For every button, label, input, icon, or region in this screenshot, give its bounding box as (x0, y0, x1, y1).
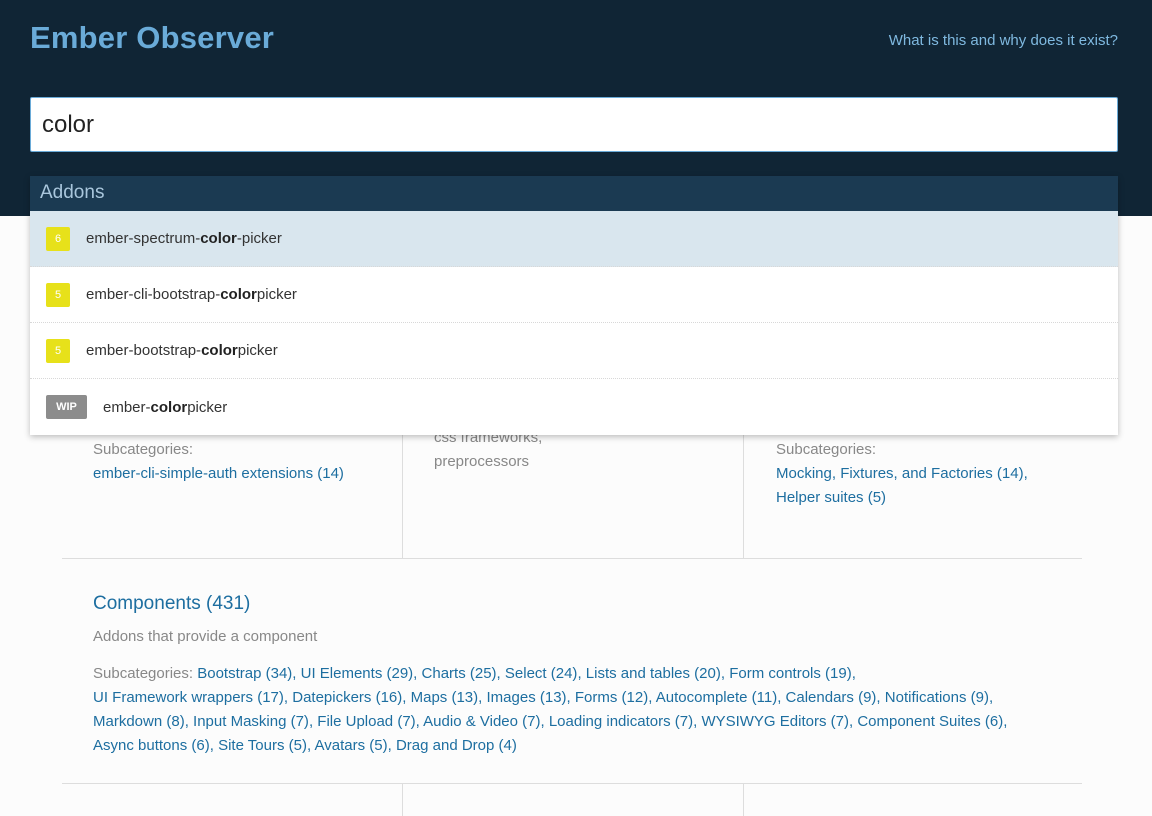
score-badge: 6 (46, 226, 70, 251)
subcategory-link[interactable]: Calendars (9) (786, 689, 877, 706)
search-result-item[interactable]: WIP ember-colorpicker (30, 379, 1118, 435)
subcategory-link[interactable]: ember-cli-simple-auth extensions (14) (93, 465, 344, 482)
score-badge: WIP (46, 395, 87, 419)
column-divider (402, 434, 403, 559)
result-list: 6 ember-spectrum-color-picker 5 ember-cli-b… (30, 211, 1118, 435)
subcategory-link[interactable]: Input Masking (7) (193, 713, 309, 730)
addon-name: ember-cli-bootstrap-colorpicker (86, 286, 297, 303)
category-subcategories: Subcategories: ember-cli-simple-auth ext… (93, 438, 344, 486)
subcategory-link[interactable]: Audio & Video (7) (423, 713, 540, 730)
subcategory-link[interactable]: WYSIWYG Editors (7) (701, 713, 849, 730)
category-title-link[interactable]: Components (431) (93, 593, 250, 615)
subcategories-label: Subcategories: (776, 441, 877, 458)
subcategories-label: Subcategories: (93, 665, 198, 682)
subcategory-link[interactable]: Images (13) (487, 689, 567, 706)
subcategory-link[interactable]: Forms (12) (575, 689, 648, 706)
subcategory-link[interactable]: UI Framework wrappers (17) (93, 689, 284, 706)
category-subcategories: Subcategories: Mocking, Fixtures, and Fa… (776, 438, 1028, 510)
search-result-item[interactable]: 6 ember-spectrum-color-picker (30, 211, 1118, 267)
subcategory-link[interactable]: Lists and tables (20) (586, 665, 721, 682)
subcategory-link[interactable]: Charts (25) (422, 665, 497, 682)
subcategory-link[interactable]: Drag and Drop (4) (396, 737, 517, 754)
column-divider (743, 784, 744, 816)
subcategories-label: Subcategories: (93, 441, 194, 458)
category-row: Subcategories: ember-cli-simple-auth ext… (62, 429, 1082, 559)
subcategory-link[interactable]: Maps (13) (411, 689, 479, 706)
addon-name: ember-spectrum-color-picker (86, 230, 282, 247)
addon-name: ember-colorpicker (103, 398, 228, 416)
column-divider (743, 434, 744, 559)
subcategory-link[interactable]: Avatars (5) (315, 737, 388, 754)
category-description: Addons that provide a component (93, 628, 318, 645)
description-line: preprocessors (434, 453, 530, 470)
score-badge: 5 (46, 338, 70, 363)
subcategory-link[interactable]: UI Elements (29) (301, 665, 414, 682)
score-badge: 5 (46, 282, 70, 307)
addon-name: ember-bootstrap-colorpicker (86, 342, 278, 359)
subcategory-link[interactable]: Site Tours (5) (218, 737, 307, 754)
subcategory-link[interactable]: Select (24) (505, 665, 578, 682)
subcategory-link[interactable]: Bootstrap (34) (197, 665, 292, 682)
match-highlight: color (200, 230, 237, 247)
subcategory-link[interactable]: Markdown (8) (93, 713, 185, 730)
subcategory-list: Subcategories: Bootstrap (34), UI Elemen… (93, 665, 1008, 754)
match-highlight: color (150, 398, 188, 416)
subcategory-link[interactable]: Helper suites (5) (776, 489, 886, 506)
subcategory-link[interactable]: Component Suites (6) (857, 713, 1003, 730)
subcategory-link[interactable]: Notifications (9) (885, 689, 989, 706)
search-result-item[interactable]: 5 ember-bootstrap-colorpicker (30, 323, 1118, 379)
subcategory-link[interactable]: Async buttons (6) (93, 737, 210, 754)
autocomplete-dropdown: Addons 6 ember-spectrum-color-picker 5 embe… (30, 176, 1118, 435)
dropdown-section-heading: Addons (30, 176, 1118, 211)
search-input[interactable] (30, 97, 1118, 152)
category-components: Components (431) Addons that provide a c… (62, 560, 1082, 784)
column-divider (402, 784, 403, 816)
match-highlight: color (201, 342, 238, 359)
subcategory-link[interactable]: Mocking, Fixtures, and Factories (14), (776, 465, 1028, 482)
about-link[interactable]: What is this and why does it exist? (889, 32, 1118, 49)
search-result-item[interactable]: 5 ember-cli-bootstrap-colorpicker (30, 267, 1118, 323)
subcategory-link[interactable]: Loading indicators (7) (549, 713, 693, 730)
subcategory-link[interactable]: Form controls (19) (729, 665, 852, 682)
subcategory-link[interactable]: Datepickers (16) (292, 689, 402, 706)
match-highlight: color (220, 286, 257, 303)
brand-logo-link[interactable]: Ember Observer (30, 20, 274, 56)
subcategory-link[interactable]: Autocomplete (11) (656, 689, 777, 706)
subcategory-link[interactable]: File Upload (7) (317, 713, 415, 730)
